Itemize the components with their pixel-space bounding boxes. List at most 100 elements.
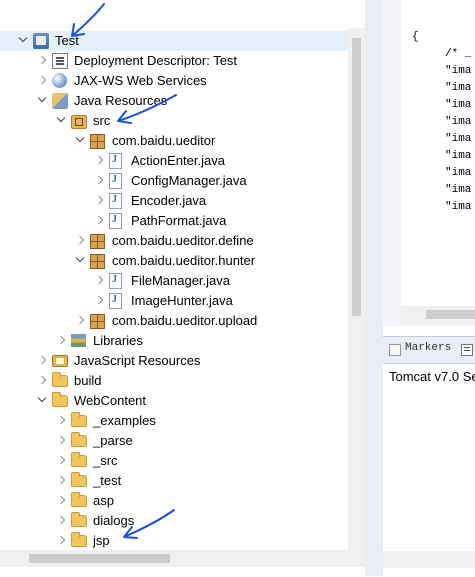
project-explorer: Test Deployment Descriptor: Test JAX-WS We… [0, 0, 383, 576]
code-line: "ima [445, 167, 472, 179]
expand-toggle-icon[interactable] [56, 475, 68, 487]
tree-item[interactable]: ConfigManager.java [0, 171, 348, 191]
scrollbar-corner [348, 550, 365, 567]
java-file-icon [109, 153, 122, 169]
explorer-vertical-scrollbar[interactable] [348, 28, 365, 550]
markers-icon [389, 344, 401, 356]
expand-toggle-icon[interactable] [56, 415, 68, 427]
tree-item[interactable]: build [0, 371, 348, 391]
tree-item[interactable]: Deployment Descriptor: Test [0, 51, 348, 71]
java-file-icon [109, 173, 122, 189]
expand-toggle-icon[interactable] [94, 155, 106, 167]
package-icon [90, 134, 105, 149]
tree-item-label: FileManager.java [131, 273, 230, 288]
collapse-toggle-icon[interactable] [75, 255, 87, 267]
tree-item-label: dialogs [93, 513, 135, 528]
tree-item[interactable]: _src [0, 451, 348, 471]
tree-item-label: com.baidu.ueditor [112, 133, 216, 148]
tree-item[interactable]: _parse [0, 431, 348, 451]
tree-item-label: WebContent [74, 393, 147, 408]
expand-toggle-icon[interactable] [56, 335, 68, 347]
tree-item-label: ActionEnter.java [131, 153, 225, 168]
folder-icon [71, 452, 87, 467]
java-file-icon [109, 193, 122, 209]
tree-item[interactable]: com.baidu.ueditor.hunter [0, 251, 348, 271]
expand-toggle-icon[interactable] [56, 515, 68, 527]
tree-item[interactable]: Encoder.java [0, 191, 348, 211]
tree-item[interactable]: ActionEnter.java [0, 151, 348, 171]
panel-horizontal-scrollbar[interactable] [383, 551, 475, 568]
tree-item[interactable]: com.baidu.ueditor [0, 131, 348, 151]
tree-item[interactable]: src [0, 111, 348, 131]
tree-item[interactable]: Java Resources [0, 91, 348, 111]
tree-item-label: src [93, 113, 111, 128]
tree-item-label: ImageHunter.java [131, 293, 233, 308]
explorer-horizontal-scrollbar[interactable] [0, 550, 348, 567]
expand-toggle-icon[interactable] [37, 355, 49, 367]
expand-toggle-icon[interactable] [94, 195, 106, 207]
tree-item[interactable]: _test [0, 471, 348, 491]
folder-icon [71, 512, 87, 527]
java-file-icon [109, 213, 122, 229]
expand-toggle-icon[interactable] [37, 75, 49, 87]
tree-item[interactable]: PathFormat.java [0, 211, 348, 231]
editor-horizontal-scroll-thumb[interactable] [426, 310, 475, 319]
tree-item[interactable]: JAX-WS Web Services [0, 71, 348, 91]
code-line: "ima [445, 99, 472, 111]
expand-toggle-icon[interactable] [94, 215, 106, 227]
java-file-icon [109, 273, 122, 289]
expand-toggle-icon[interactable] [94, 175, 106, 187]
tree-item[interactable]: Libraries [0, 331, 348, 351]
panel-tab-bar: Markers [383, 337, 475, 364]
expand-toggle-icon[interactable] [75, 315, 87, 327]
explorer-vertical-scroll-thumb[interactable] [352, 38, 361, 316]
expand-toggle-icon[interactable] [56, 435, 68, 447]
expand-toggle-icon[interactable] [75, 235, 87, 247]
package-icon [90, 254, 105, 269]
tree-item-label: _examples [93, 413, 156, 428]
tree-item[interactable]: com.baidu.ueditor.define [0, 231, 348, 251]
tree-item[interactable]: FileManager.java [0, 271, 348, 291]
expand-toggle-icon[interactable] [37, 55, 49, 67]
collapse-toggle-icon[interactable] [18, 35, 30, 47]
tree-item[interactable]: WebContent [0, 391, 348, 411]
code-line: /* _ [445, 48, 472, 60]
tree-item[interactable]: _examples [0, 411, 348, 431]
tree-item[interactable]: JavaScript Resources [0, 351, 348, 371]
tree-item[interactable]: ImageHunter.java [0, 291, 348, 311]
tree-item-label: JAX-WS Web Services [74, 73, 207, 88]
properties-icon[interactable] [461, 344, 473, 356]
code-editor[interactable]: { /* _ "ima "ima "ima "ima "ima "ima "im… [383, 0, 475, 326]
expand-toggle-icon[interactable] [56, 455, 68, 467]
tree-item-label: com.baidu.ueditor.hunter [112, 253, 256, 268]
code-line: "ima [445, 184, 472, 196]
expand-toggle-icon[interactable] [94, 295, 106, 307]
editor-horizontal-scrollbar[interactable] [401, 306, 475, 323]
javascript-resources-icon [52, 355, 68, 367]
tree-item[interactable]: dialogs [0, 511, 348, 531]
tab-markers[interactable]: Markers [405, 342, 451, 354]
tree-item-label: _src [93, 453, 118, 468]
tree-item-label: Deployment Descriptor: Test [74, 53, 238, 68]
collapse-toggle-icon[interactable] [37, 95, 49, 107]
code-line: "ima [445, 116, 472, 128]
expand-toggle-icon[interactable] [37, 375, 49, 387]
collapse-toggle-icon[interactable] [37, 395, 49, 407]
tree-item[interactable]: Test [0, 31, 348, 51]
collapse-toggle-icon[interactable] [75, 135, 87, 147]
expand-toggle-icon[interactable] [56, 495, 68, 507]
expand-toggle-icon[interactable] [56, 535, 68, 547]
java-resources-icon [52, 93, 68, 109]
tree-item[interactable]: jsp [0, 531, 348, 550]
explorer-horizontal-scroll-thumb[interactable] [29, 554, 170, 563]
collapse-toggle-icon[interactable] [56, 115, 68, 127]
code-line: "ima [445, 150, 472, 162]
editor-text-area[interactable]: { /* _ "ima "ima "ima "ima "ima "ima "im… [401, 0, 475, 306]
expand-toggle-icon[interactable] [94, 275, 106, 287]
server-entry[interactable]: Tomcat v7.0 Se [389, 369, 475, 384]
bottom-panel: Markers Tomcat v7.0 Se [383, 336, 475, 577]
tree-item[interactable]: asp [0, 491, 348, 511]
libraries-icon [71, 334, 86, 347]
view-sash[interactable] [365, 0, 383, 576]
tree-item[interactable]: com.baidu.ueditor.upload [0, 311, 348, 331]
